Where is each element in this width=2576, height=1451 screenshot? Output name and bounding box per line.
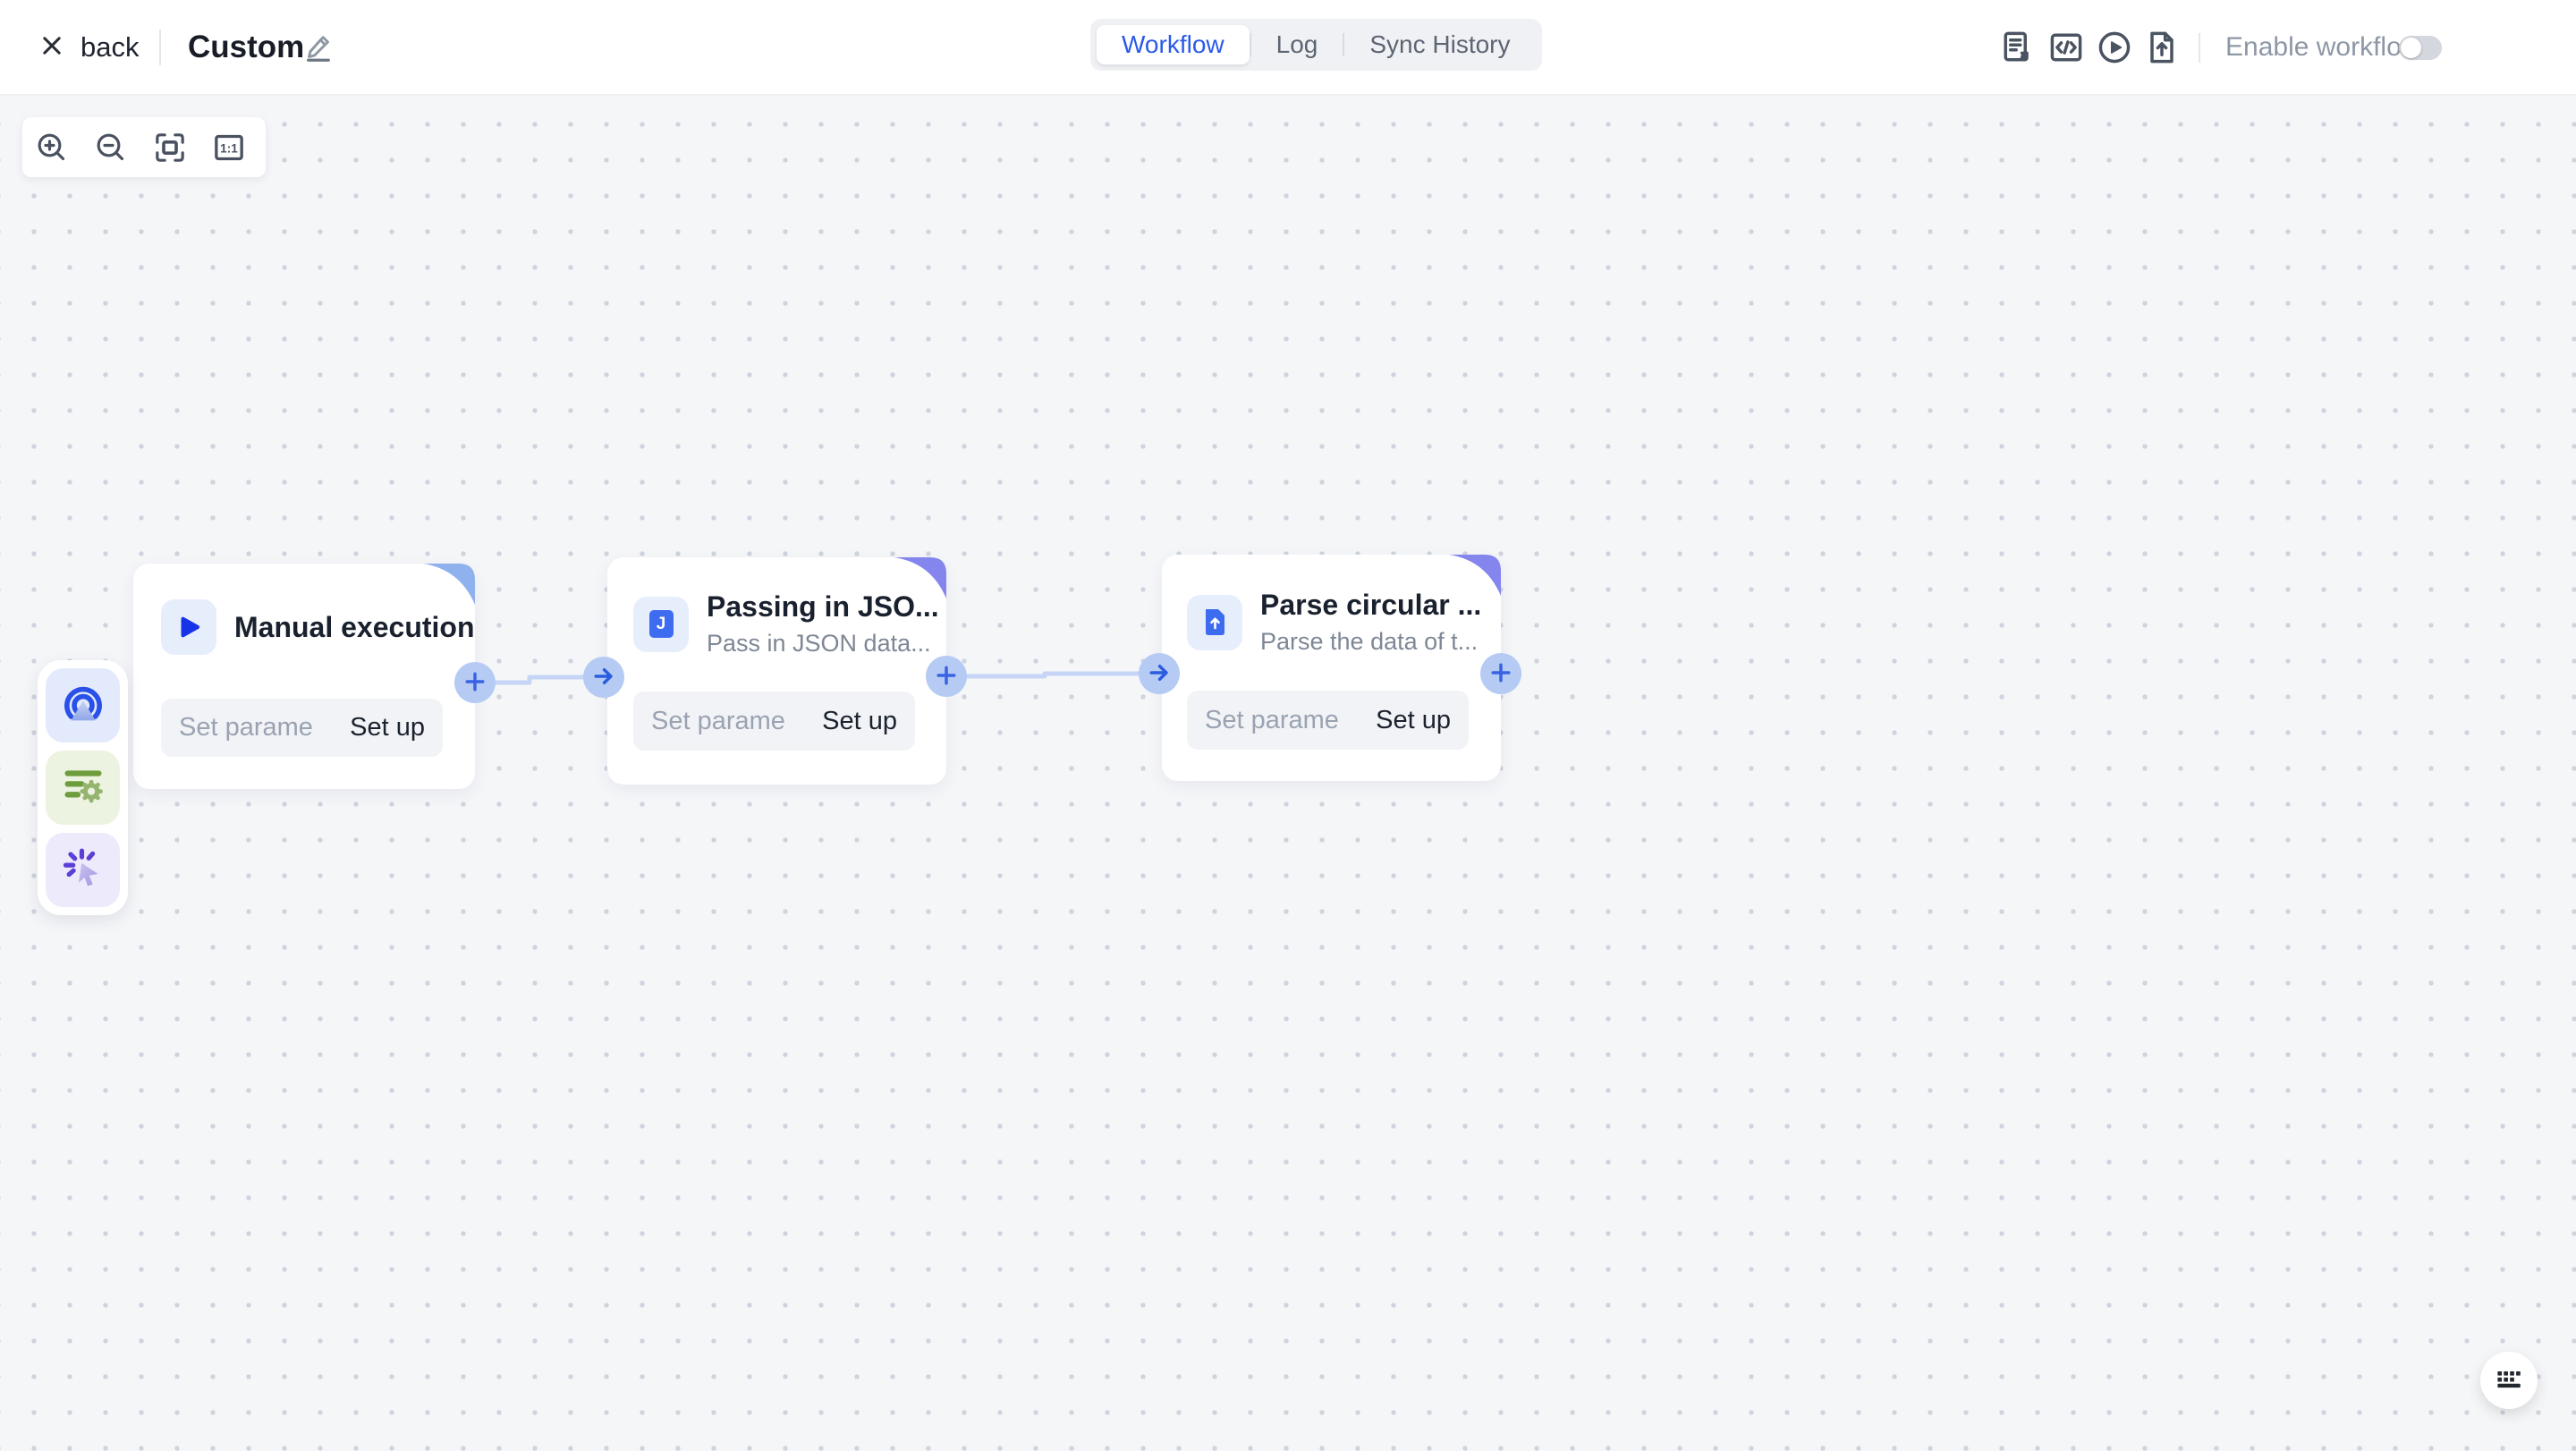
arrow-right-icon [591, 664, 616, 692]
set-parameters-label: Set parame [179, 713, 313, 742]
keyboard-icon [2493, 1366, 2525, 1396]
toggle-knob [2401, 38, 2421, 58]
node-parse-circular[interactable]: Parse circular ... Parse the data of t..… [1162, 555, 1501, 781]
set-parameters-label: Set parame [1205, 706, 1339, 735]
plus-icon [934, 663, 959, 691]
setup-button[interactable]: Set up [350, 713, 425, 742]
page-title: Custom [188, 0, 304, 94]
enable-workflow-toggle[interactable] [2399, 36, 2442, 60]
workflow-canvas[interactable]: 1:1 [0, 96, 2576, 1451]
node-parameters-bar: Set parame Set up [633, 692, 915, 751]
parameters-node-button[interactable] [46, 751, 120, 825]
setup-button[interactable]: Set up [1376, 706, 1451, 735]
tab-workflow[interactable]: Workflow [1097, 25, 1250, 64]
click-action-node-button[interactable] [46, 833, 120, 907]
edit-pencil-icon [302, 53, 335, 66]
set-parameters-label: Set parame [651, 707, 785, 736]
trigger-beacon-icon [60, 681, 106, 730]
node-title: Passing in JSO... [707, 590, 939, 624]
header-divider [159, 30, 161, 65]
run-workflow-button[interactable] [2095, 28, 2134, 67]
node-manual-execution[interactable]: Manual execution Set parame Set up [133, 564, 475, 789]
arrow-right-icon [1147, 660, 1172, 688]
fit-view-icon [152, 155, 188, 168]
actual-size-icon: 1:1 [211, 155, 247, 168]
node-parameters-bar: Set parame Set up [161, 699, 443, 757]
top-bar: back Custom Workflow Log Sync History [0, 0, 2576, 96]
tab-log[interactable]: Log [1251, 25, 1343, 64]
code-view-button[interactable] [2046, 28, 2086, 67]
add-node-port-2[interactable] [926, 656, 967, 697]
input-port-node-3[interactable] [1139, 653, 1180, 694]
zoom-out-button[interactable] [93, 130, 129, 165]
node-subtitle: Pass in JSON data... [707, 630, 939, 658]
actual-size-label: 1:1 [220, 141, 238, 155]
log-document-button[interactable] [1998, 28, 2038, 67]
view-tab-group: Workflow Log Sync History [1090, 19, 1542, 71]
enable-workflow-label: Enable workflow [2225, 0, 2420, 94]
add-node-port-1[interactable] [454, 662, 496, 703]
list-settings-icon [60, 763, 106, 812]
canvas-zoom-toolbar: 1:1 [22, 117, 266, 177]
fit-view-button[interactable] [152, 130, 188, 165]
actual-size-button[interactable]: 1:1 [211, 130, 247, 165]
json-file-icon: J [633, 597, 689, 652]
node-subtitle: Parse the data of t... [1260, 628, 1481, 656]
zoom-in-button[interactable] [34, 130, 70, 165]
node-title: Parse circular ... [1260, 589, 1481, 622]
node-parameters-bar: Set parame Set up [1187, 691, 1469, 750]
file-upload-icon [1187, 595, 1242, 650]
close-icon [39, 33, 64, 61]
add-node-port-3[interactable] [1480, 653, 1521, 694]
keyboard-shortcuts-button[interactable] [2480, 1352, 2538, 1409]
play-trigger-icon [161, 599, 216, 655]
node-passing-in-json[interactable]: J Passing in JSO... Pass in JSON data...… [607, 557, 946, 785]
plus-icon [462, 669, 487, 697]
zoom-in-icon [34, 155, 70, 168]
back-label: back [80, 31, 139, 64]
plus-icon [1488, 660, 1513, 688]
setup-button[interactable]: Set up [822, 707, 897, 736]
trigger-node-button[interactable] [46, 668, 120, 742]
rename-workflow-button[interactable] [301, 30, 336, 66]
header-divider [2199, 33, 2200, 63]
node-palette-toolbar [38, 660, 128, 915]
export-file-icon [2142, 56, 2182, 70]
export-file-button[interactable] [2142, 28, 2182, 67]
tab-sync-history[interactable]: Sync History [1344, 25, 1535, 64]
json-letter: J [657, 615, 666, 634]
back-button[interactable]: back [39, 0, 139, 94]
input-port-node-2[interactable] [583, 657, 624, 698]
node-title: Manual execution [234, 611, 475, 644]
log-document-icon [1998, 56, 2038, 70]
code-view-icon [2046, 56, 2086, 70]
cursor-click-icon [60, 845, 106, 895]
zoom-out-icon [93, 155, 129, 168]
run-workflow-icon [2095, 56, 2134, 70]
